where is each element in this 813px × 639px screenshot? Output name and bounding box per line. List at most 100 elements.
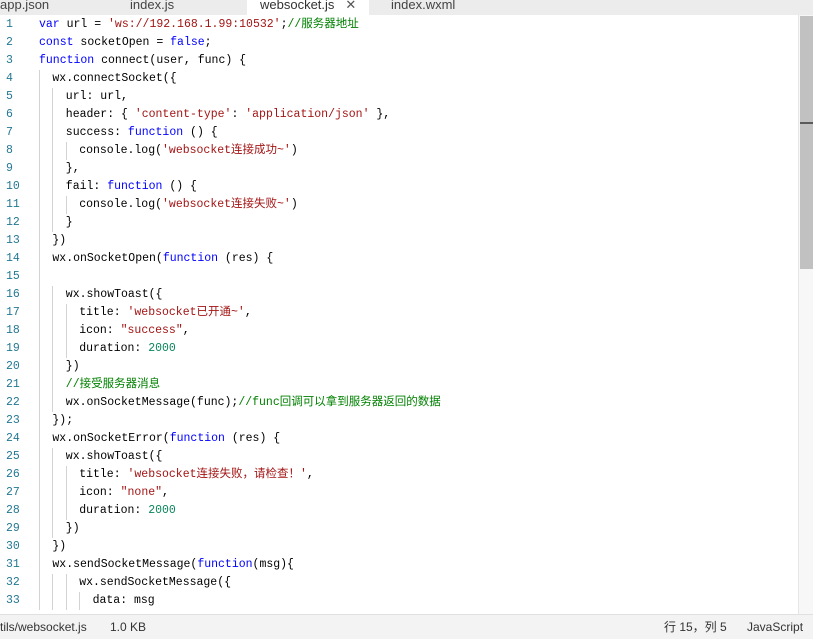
indent-guide (39, 70, 40, 610)
code-line[interactable]: 8 console.log('websocket连接成功~') (0, 142, 798, 160)
tab-index-js[interactable]: index.js (130, 0, 247, 15)
code-token: wx.sendSocketMessage( (52, 558, 198, 571)
code-token: }) (65, 522, 80, 535)
code-line[interactable]: 5 url: url, (0, 88, 798, 106)
line-number: 6 (6, 108, 13, 121)
code-line[interactable]: 21 //接受服务器消息 (0, 376, 798, 394)
code-line[interactable]: 28 duration: 2000 (0, 502, 798, 520)
line-number: 22 (6, 396, 20, 409)
code-token: var (39, 18, 60, 31)
code-line[interactable]: 16 wx.showToast({ (0, 286, 798, 304)
line-number: 26 (6, 468, 20, 481)
indent-guide (52, 448, 54, 538)
code-token: //接受服务器消息 (65, 378, 161, 391)
code-line[interactable]: 32 wx.sendSocketMessage({ (0, 574, 798, 592)
code-token: 'application/json' (245, 108, 370, 121)
code-token: fail: (65, 180, 108, 193)
indent-guide (65, 466, 67, 520)
code-token: () { (162, 180, 197, 193)
indent-guide (65, 196, 67, 214)
language-mode[interactable]: JavaScript (747, 615, 803, 639)
code-line[interactable]: 13}) (0, 232, 798, 250)
code-token: success: (65, 126, 128, 139)
code-line[interactable]: 11 console.log('websocket连接失败~') (0, 196, 798, 214)
code-line[interactable]: 2 const socketOpen = false; (0, 34, 798, 52)
cursor-position[interactable]: 行 15，列 5 (664, 615, 727, 639)
code-token: socketOpen = (73, 36, 171, 49)
tab-label: index.wxml (391, 0, 456, 12)
code-token: () { (183, 126, 218, 139)
code-token: , (306, 468, 314, 481)
code-token: ; (204, 36, 212, 49)
code-token: , (244, 306, 252, 319)
code-text: //接受服务器消息 (66, 376, 160, 394)
code-line[interactable]: 22 wx.onSocketMessage(func);//func回调可以拿到服… (0, 394, 798, 412)
code-line[interactable]: 6 header: { 'content-type': 'application/… (0, 106, 798, 124)
code-line[interactable]: 30}) (0, 538, 798, 556)
line-number: 7 (6, 126, 13, 139)
code-text: title: 'websocket连接失败，请检查！', (79, 466, 314, 484)
code-text: duration: 2000 (79, 502, 176, 520)
code-line[interactable]: 7 success: function () { (0, 124, 798, 142)
code-line[interactable]: 19 duration: 2000 (0, 340, 798, 358)
code-line[interactable]: 24 wx.onSocketError(function (res) { (0, 430, 798, 448)
code-token: title: (79, 468, 128, 481)
code-line[interactable]: 9}, (0, 160, 798, 178)
code-editor[interactable]: 1 var url = 'ws://192.168.1.99:10532';//服… (0, 15, 813, 614)
code-token: 'websocket连接失败~' (162, 198, 291, 211)
code-text: wx.onSocketOpen(function (res) { (52, 250, 273, 268)
code-line[interactable]: 20}) (0, 358, 798, 376)
code-token: wx.showToast({ (65, 450, 163, 463)
code-text: }) (66, 520, 80, 538)
code-token: }, (369, 108, 391, 121)
code-line[interactable]: 4 wx.connectSocket({ (0, 70, 798, 88)
code-line[interactable]: 27 icon: "none", (0, 484, 798, 502)
code-line[interactable]: 26 title: 'websocket连接失败，请检查！', (0, 466, 798, 484)
line-number: 25 (6, 450, 20, 463)
line-number: 21 (6, 378, 20, 391)
tab-websocket-js[interactable]: websocket.js ✕ (247, 0, 369, 15)
file-size: 1.0 KB (110, 620, 147, 634)
code-text: const socketOpen = false; (39, 34, 212, 52)
code-line[interactable]: 18 icon: "success", (0, 322, 798, 340)
code-line[interactable]: 10 fail: function () { (0, 178, 798, 196)
code-token: }) (52, 540, 67, 553)
code-token: function (197, 558, 253, 571)
close-icon[interactable]: ✕ (345, 0, 356, 12)
line-number: 24 (6, 432, 20, 445)
indent-guide (52, 88, 54, 232)
scrollbar-thumb[interactable] (800, 16, 813, 269)
code-text: }); (52, 412, 73, 430)
vertical-scrollbar[interactable] (798, 15, 813, 614)
code-line[interactable]: 31 wx.sendSocketMessage(function(msg){ (0, 556, 798, 574)
tab-index-wxml[interactable]: index.wxml (369, 0, 509, 15)
code-text: title: 'websocket已开通~', (79, 304, 252, 322)
code-token: }) (65, 360, 80, 373)
code-text: } (66, 214, 73, 232)
code-line[interactable]: 17 title: 'websocket已开通~', (0, 304, 798, 322)
code-line[interactable]: 23}); (0, 412, 798, 430)
tab-app-json[interactable]: app.json (0, 0, 130, 15)
code-line[interactable]: 25 wx.showToast({ (0, 448, 798, 466)
code-line[interactable]: 12} (0, 214, 798, 232)
code-line[interactable]: 29}) (0, 520, 798, 538)
code-token: (res) { (224, 432, 281, 445)
code-line[interactable]: 15 (0, 268, 798, 286)
code-text: wx.showToast({ (66, 286, 163, 304)
code-text: console.log('websocket连接成功~') (79, 142, 298, 160)
line-number: 20 (6, 360, 20, 373)
line-number: 12 (6, 216, 20, 229)
code-token: false (170, 36, 205, 49)
line-number: 15 (6, 270, 20, 283)
code-token: function (107, 180, 163, 193)
code-line[interactable]: 1 var url = 'ws://192.168.1.99:10532';//服… (0, 16, 798, 34)
line-number: 10 (6, 180, 20, 193)
code-token: 'content-type' (134, 108, 232, 121)
code-line[interactable]: 33 data: msg (0, 592, 798, 610)
code-token: , (162, 486, 169, 499)
code-token: icon: (79, 486, 121, 499)
code-line[interactable]: 3 function connect(user, func) { (0, 52, 798, 70)
code-token: header: { (65, 108, 135, 121)
code-line[interactable]: 14 wx.onSocketOpen(function (res) { (0, 250, 798, 268)
code-token: wx.connectSocket({ (52, 72, 177, 85)
